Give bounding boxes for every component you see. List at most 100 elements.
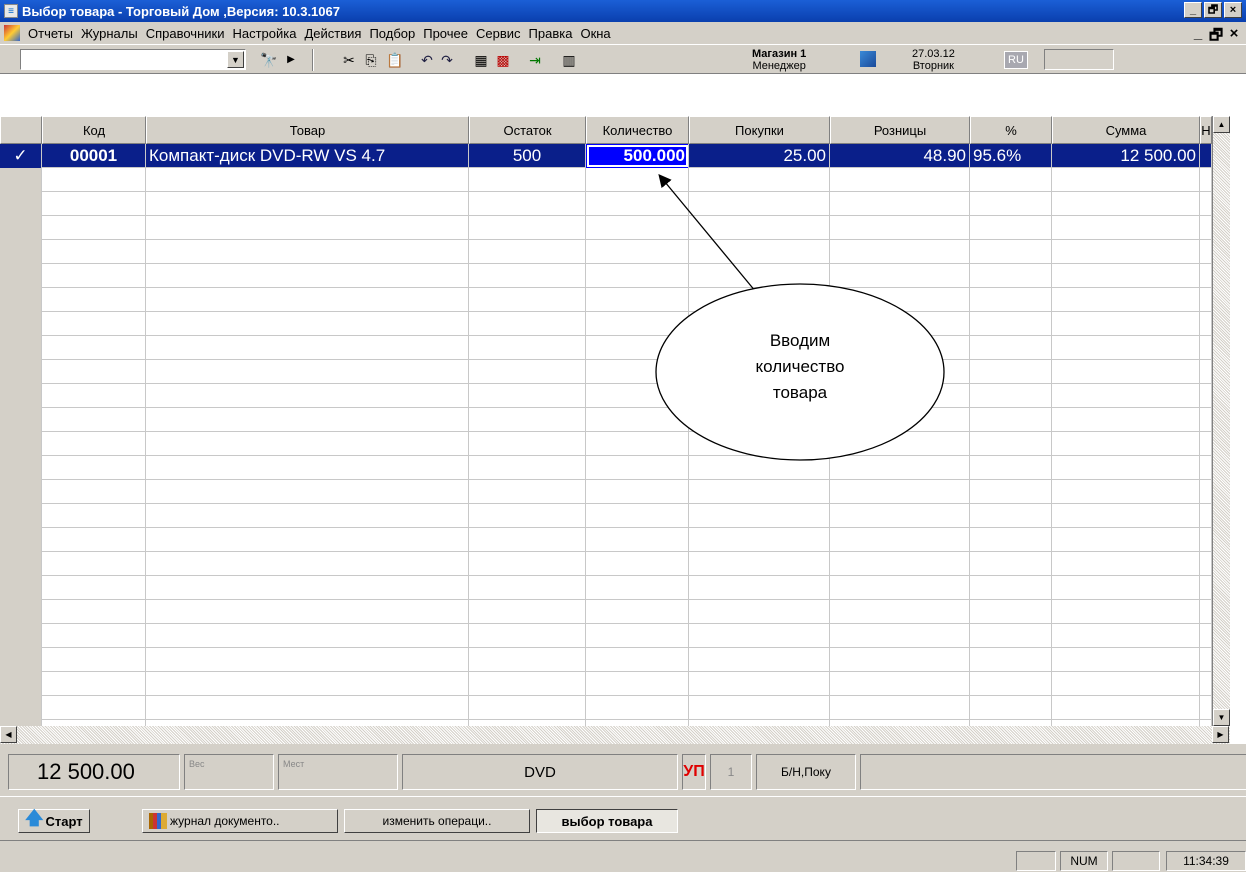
table-cell[interactable]: [830, 456, 970, 480]
table-cell[interactable]: [689, 408, 830, 432]
table-cell[interactable]: [689, 648, 830, 672]
table-cell[interactable]: [970, 240, 1052, 264]
table-cell[interactable]: [970, 480, 1052, 504]
table-cell[interactable]: [970, 528, 1052, 552]
table-cell[interactable]: [830, 288, 970, 312]
table-cell[interactable]: [689, 576, 830, 600]
table-cell[interactable]: [146, 168, 469, 192]
table-row[interactable]: ✓ 00001 Компакт-диск DVD-RW VS 4.7 500 5…: [0, 144, 1212, 168]
header-sum[interactable]: Сумма: [1052, 116, 1200, 144]
cell-retail[interactable]: 48.90: [830, 144, 970, 168]
table-cell[interactable]: [469, 312, 586, 336]
table-row[interactable]: [0, 288, 1212, 312]
binoculars-icon[interactable]: 🔭: [260, 51, 278, 69]
table-cell[interactable]: [970, 432, 1052, 456]
table-cell[interactable]: [830, 504, 970, 528]
table-cell[interactable]: [1052, 360, 1200, 384]
table-cell[interactable]: [689, 168, 830, 192]
payment-field[interactable]: Б/Н,Поку: [756, 754, 856, 790]
table-row[interactable]: [0, 432, 1212, 456]
table-cell[interactable]: [1200, 504, 1212, 528]
table-cell[interactable]: [830, 432, 970, 456]
table-cell[interactable]: [1200, 240, 1212, 264]
menu-references[interactable]: Справочники: [142, 26, 229, 41]
table-cell[interactable]: [146, 288, 469, 312]
scroll-up-icon[interactable]: ▲: [1213, 116, 1230, 133]
table-cell[interactable]: [42, 216, 146, 240]
table-cell[interactable]: [42, 192, 146, 216]
table-cell[interactable]: [1200, 480, 1212, 504]
table-row[interactable]: [0, 408, 1212, 432]
table-cell[interactable]: [1052, 336, 1200, 360]
table-row[interactable]: [0, 672, 1212, 696]
table-cell[interactable]: [1200, 192, 1212, 216]
menu-windows[interactable]: Окна: [576, 26, 614, 41]
cell-sum[interactable]: 12 500.00: [1052, 144, 1200, 168]
table-cell[interactable]: [469, 696, 586, 720]
table-cell[interactable]: [1052, 168, 1200, 192]
table-cell[interactable]: [146, 648, 469, 672]
calculator-icon[interactable]: ▦: [472, 51, 490, 69]
table-cell[interactable]: [1200, 312, 1212, 336]
cell-purchase[interactable]: 25.00: [689, 144, 830, 168]
table-cell[interactable]: [830, 648, 970, 672]
table-cell[interactable]: [1200, 216, 1212, 240]
table-cell[interactable]: [830, 552, 970, 576]
table-cell[interactable]: [469, 216, 586, 240]
table-cell[interactable]: [146, 480, 469, 504]
table-row[interactable]: [0, 504, 1212, 528]
table-cell[interactable]: [586, 672, 689, 696]
cell-quantity[interactable]: 500.000: [586, 144, 689, 168]
table-cell[interactable]: [1052, 216, 1200, 240]
table-cell[interactable]: [42, 648, 146, 672]
table-row[interactable]: [0, 456, 1212, 480]
scroll-right-icon[interactable]: ▶: [1212, 726, 1229, 743]
table-cell[interactable]: [42, 288, 146, 312]
table-cell[interactable]: [146, 576, 469, 600]
table-cell[interactable]: [42, 360, 146, 384]
table-cell[interactable]: [1200, 336, 1212, 360]
table-row[interactable]: [0, 480, 1212, 504]
table-cell[interactable]: [970, 576, 1052, 600]
table-row[interactable]: [0, 312, 1212, 336]
table-cell[interactable]: [469, 168, 586, 192]
table-cell[interactable]: [586, 168, 689, 192]
table-cell[interactable]: [1052, 408, 1200, 432]
table-cell[interactable]: [1052, 288, 1200, 312]
table-cell[interactable]: [42, 600, 146, 624]
table-cell[interactable]: [469, 600, 586, 624]
table-row[interactable]: [0, 600, 1212, 624]
table-cell[interactable]: [1200, 600, 1212, 624]
table-cell[interactable]: [970, 600, 1052, 624]
table-cell[interactable]: [146, 624, 469, 648]
table-cell[interactable]: [830, 624, 970, 648]
header-purchase[interactable]: Покупки: [689, 116, 830, 144]
table-cell[interactable]: [586, 432, 689, 456]
language-indicator[interactable]: RU: [1004, 51, 1028, 69]
table-cell[interactable]: [146, 336, 469, 360]
cell-code[interactable]: 00001: [42, 144, 146, 168]
table-cell[interactable]: [586, 192, 689, 216]
play-icon[interactable]: ▶: [282, 51, 300, 69]
barcode-grid-icon[interactable]: ▩: [494, 51, 512, 69]
table-cell[interactable]: [689, 264, 830, 288]
table-cell[interactable]: [42, 336, 146, 360]
table-cell[interactable]: [469, 360, 586, 384]
table-cell[interactable]: [146, 408, 469, 432]
table-cell[interactable]: [146, 672, 469, 696]
scroll-left-icon[interactable]: ◀: [0, 726, 17, 743]
table-cell[interactable]: [469, 192, 586, 216]
table-cell[interactable]: [586, 648, 689, 672]
table-cell[interactable]: [689, 552, 830, 576]
table-cell[interactable]: [42, 672, 146, 696]
table-cell[interactable]: [469, 624, 586, 648]
start-button[interactable]: 🡅 Старт: [18, 808, 90, 833]
menu-selection[interactable]: Подбор: [365, 26, 419, 41]
table-cell[interactable]: [1200, 288, 1212, 312]
table-cell[interactable]: [689, 504, 830, 528]
table-cell[interactable]: [1200, 456, 1212, 480]
table-cell[interactable]: [586, 288, 689, 312]
search-combo[interactable]: ▼: [20, 49, 246, 70]
table-cell[interactable]: [146, 600, 469, 624]
table-cell[interactable]: [689, 216, 830, 240]
